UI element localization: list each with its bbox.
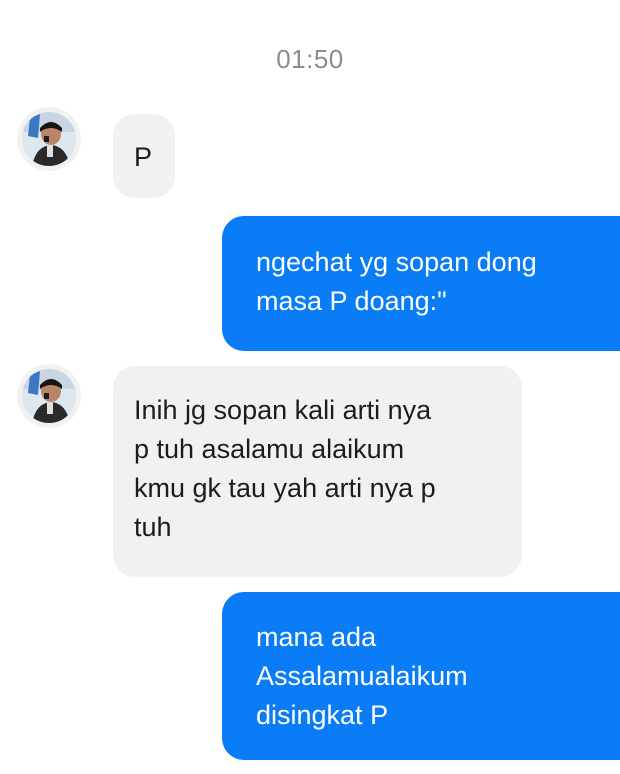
avatar-photo-icon	[22, 369, 76, 423]
message-text-line: mana ada	[256, 622, 377, 652]
incoming-message[interactable]: Inih jg sopan kali arti nya p tuh asalam…	[113, 366, 522, 577]
message-text-line: ngechat yg sopan dong	[256, 247, 537, 277]
chat-thread: 01:50 P ngechat yg sopan dong masa P doa…	[0, 0, 620, 774]
outgoing-message[interactable]: mana ada Assalamualaikum disingkat P	[222, 592, 620, 760]
message-text-line: masa P doang:"	[256, 286, 447, 316]
contact-avatar[interactable]	[22, 112, 76, 166]
message-text: P	[134, 142, 153, 172]
avatar-photo-icon	[22, 112, 76, 166]
contact-avatar[interactable]	[22, 369, 76, 423]
message-text-line: disingkat P	[256, 700, 389, 730]
outgoing-message[interactable]: ngechat yg sopan dong masa P doang:"	[222, 216, 620, 351]
message-text-line: tuh	[134, 512, 172, 542]
message-text-line: kmu gk tau yah arti nya p	[134, 473, 436, 503]
message-text-line: Assalamualaikum	[256, 661, 468, 691]
message-text-line: Inih jg sopan kali arti nya	[134, 395, 432, 425]
message-text-line: p tuh asalamu alaikum	[134, 434, 405, 464]
incoming-message[interactable]: P	[113, 114, 175, 198]
message-timestamp: 01:50	[276, 44, 344, 74]
